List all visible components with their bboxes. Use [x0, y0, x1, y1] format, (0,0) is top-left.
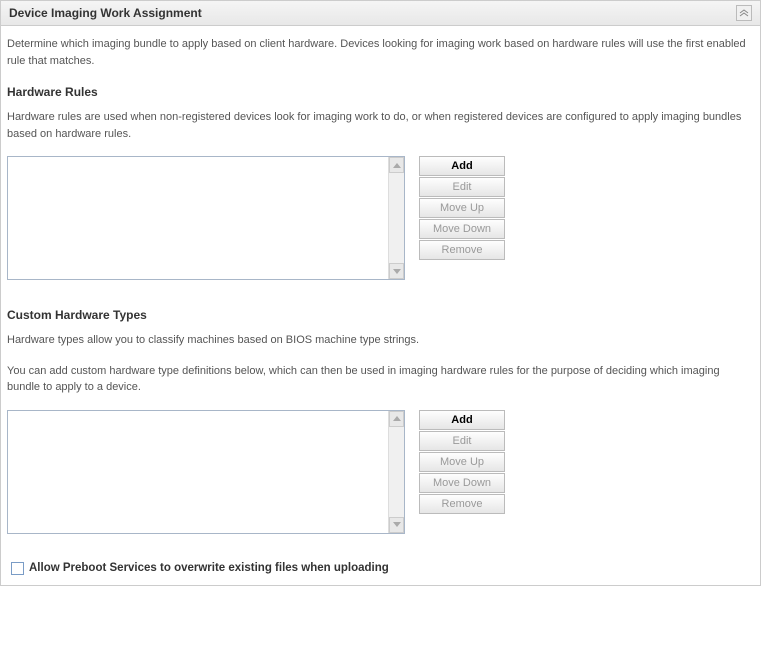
collapse-button[interactable]	[736, 5, 752, 21]
intro-text: Determine which imaging bundle to apply …	[7, 36, 754, 69]
move-down-button[interactable]: Move Down	[419, 473, 505, 493]
overwrite-checkbox-label: Allow Preboot Services to overwrite exis…	[29, 562, 389, 574]
scroll-up-icon[interactable]	[389, 411, 404, 427]
custom-types-buttons: Add Edit Move Up Move Down Remove	[419, 410, 505, 514]
custom-types-desc2: You can add custom hardware type definit…	[7, 363, 754, 396]
panel-header: Device Imaging Work Assignment	[1, 1, 760, 26]
chevron-up-double-icon	[739, 9, 749, 17]
hardware-rules-heading: Hardware Rules	[7, 85, 754, 99]
panel-title: Device Imaging Work Assignment	[9, 6, 202, 20]
custom-types-block: Add Edit Move Up Move Down Remove	[7, 410, 754, 534]
scroll-up-icon[interactable]	[389, 157, 404, 173]
custom-types-heading: Custom Hardware Types	[7, 308, 754, 322]
move-up-button[interactable]: Move Up	[419, 198, 505, 218]
hardware-rules-scrollbar[interactable]	[388, 157, 404, 279]
hardware-rules-desc: Hardware rules are used when non-registe…	[7, 109, 754, 142]
custom-types-desc1: Hardware types allow you to classify mac…	[7, 332, 754, 349]
custom-types-listbox-wrap	[7, 410, 405, 534]
remove-button[interactable]: Remove	[419, 240, 505, 260]
device-imaging-panel: Device Imaging Work Assignment Determine…	[0, 0, 761, 586]
hardware-rules-listbox[interactable]	[8, 157, 388, 279]
overwrite-checkbox-row: Allow Preboot Services to overwrite exis…	[11, 562, 754, 575]
add-button[interactable]: Add	[419, 156, 505, 176]
edit-button[interactable]: Edit	[419, 431, 505, 451]
hardware-rules-listbox-wrap	[7, 156, 405, 280]
panel-body: Determine which imaging bundle to apply …	[1, 26, 760, 585]
move-up-button[interactable]: Move Up	[419, 452, 505, 472]
hardware-rules-block: Add Edit Move Up Move Down Remove	[7, 156, 754, 280]
overwrite-checkbox[interactable]	[11, 562, 24, 575]
custom-types-listbox[interactable]	[8, 411, 388, 533]
scroll-down-icon[interactable]	[389, 263, 404, 279]
custom-types-scrollbar[interactable]	[388, 411, 404, 533]
hardware-rules-buttons: Add Edit Move Up Move Down Remove	[419, 156, 505, 260]
add-button[interactable]: Add	[419, 410, 505, 430]
move-down-button[interactable]: Move Down	[419, 219, 505, 239]
scroll-down-icon[interactable]	[389, 517, 404, 533]
edit-button[interactable]: Edit	[419, 177, 505, 197]
remove-button[interactable]: Remove	[419, 494, 505, 514]
